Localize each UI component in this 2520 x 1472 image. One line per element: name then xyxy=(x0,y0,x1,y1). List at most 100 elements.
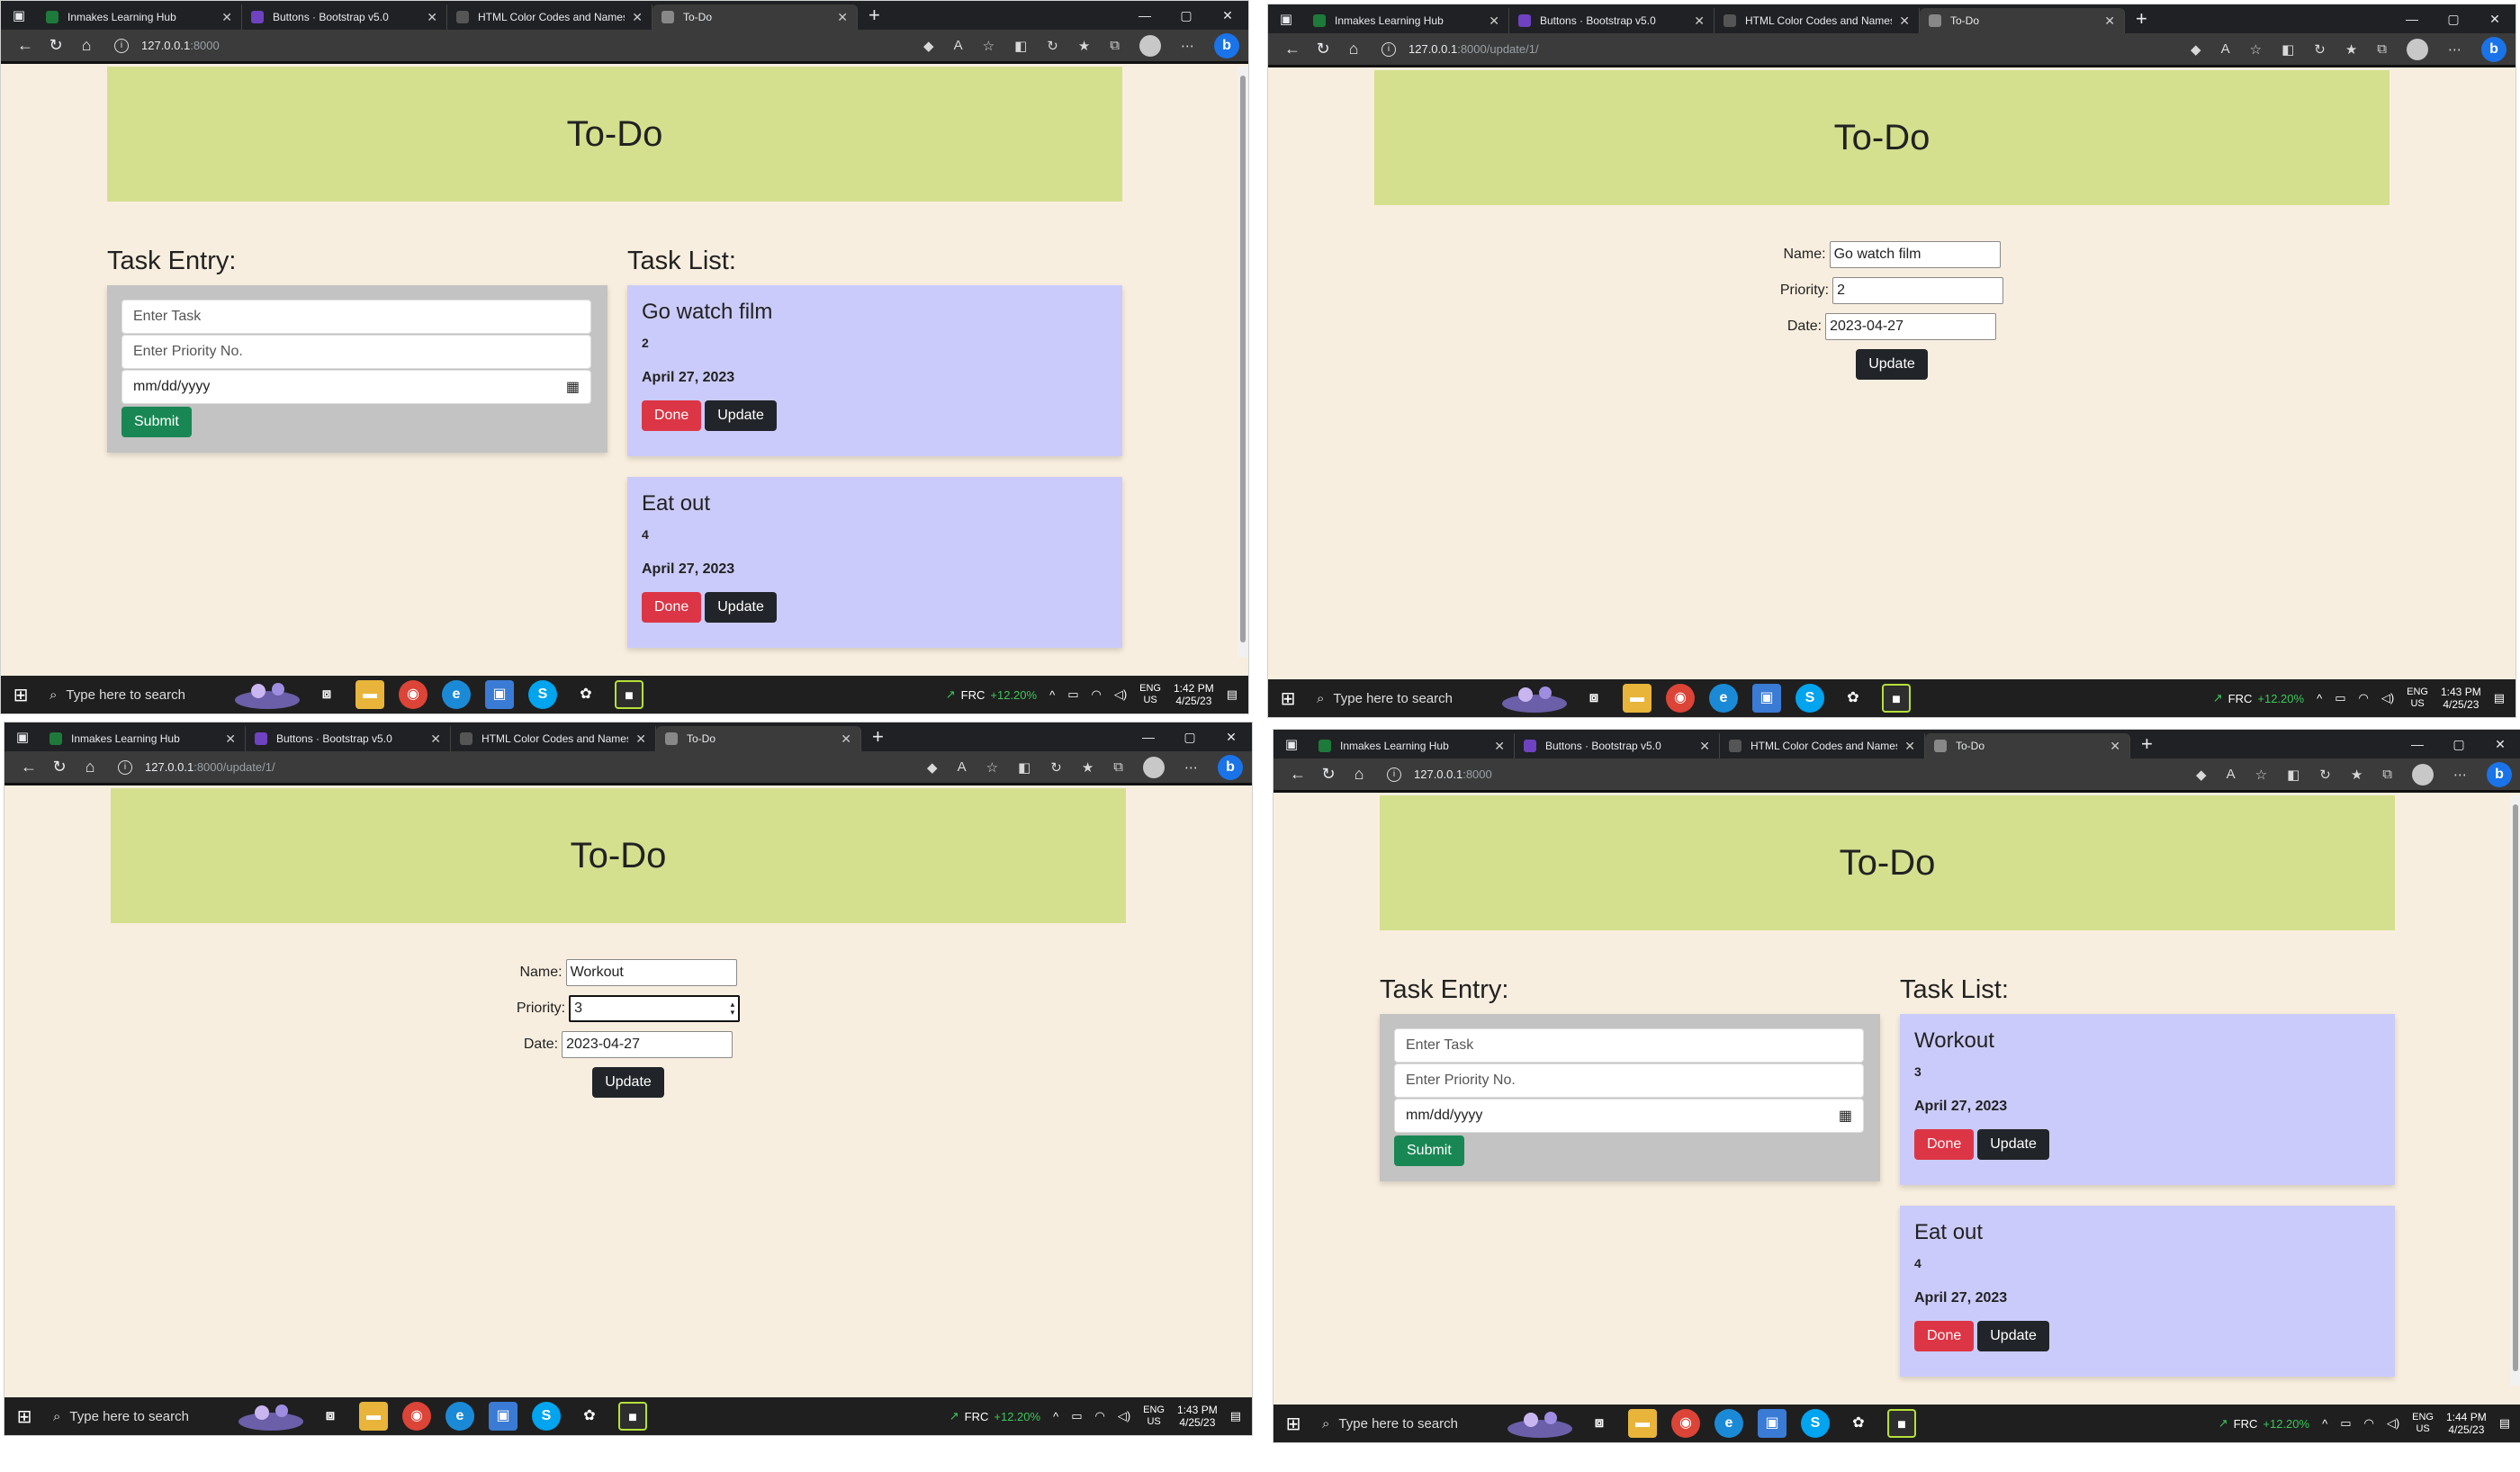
tab-bootstrap[interactable]: Buttons · Bootstrap v5.0 ✕ xyxy=(242,4,447,30)
new-tab-button[interactable]: + xyxy=(2136,7,2147,31)
clock[interactable]: 1:42 PM 4/25/23 xyxy=(1174,682,1214,707)
language-indicator[interactable]: ENG US xyxy=(1139,683,1161,706)
profile-avatar[interactable] xyxy=(1143,756,1165,778)
notification-icon[interactable]: ▤ xyxy=(1230,1409,1241,1423)
tab-inmakes[interactable]: Inmakes Learning Hub ✕ xyxy=(40,726,246,751)
pycharm-icon[interactable]: ■ xyxy=(1887,1409,1916,1438)
skype-icon[interactable]: S xyxy=(528,680,557,709)
stock-widget[interactable]: ↗ FRC +12.20% xyxy=(2213,691,2304,705)
info-icon[interactable]: i xyxy=(118,759,132,775)
tab-close-icon[interactable]: ✕ xyxy=(225,732,236,747)
update-submit-button[interactable]: Update xyxy=(1856,349,1928,380)
scrollbar[interactable] xyxy=(2510,795,2520,1386)
wifi-icon[interactable]: ◠ xyxy=(1091,687,1101,702)
home-button[interactable]: ⌂ xyxy=(1338,40,1369,58)
wifi-icon[interactable]: ◠ xyxy=(2358,691,2368,705)
scrollbar-thumb[interactable] xyxy=(2513,804,2518,1371)
reload-button[interactable]: ↻ xyxy=(1308,40,1338,58)
more-menu-icon[interactable]: ⋯ xyxy=(1184,759,1198,776)
file-explorer-icon[interactable]: ▬ xyxy=(359,1402,388,1431)
update-button[interactable]: Update xyxy=(1977,1321,2049,1351)
task-input[interactable]: Enter Task xyxy=(1394,1028,1864,1063)
file-explorer-icon[interactable]: ▬ xyxy=(356,680,384,709)
battery-icon[interactable]: ▭ xyxy=(1071,1409,1082,1423)
tab-close-icon[interactable]: ✕ xyxy=(635,732,646,747)
tab-close-icon[interactable]: ✕ xyxy=(1899,13,1910,29)
done-button[interactable]: Done xyxy=(642,592,702,623)
bing-icon[interactable]: b xyxy=(2481,36,2506,62)
stock-widget[interactable]: ↗ FRC +12.20% xyxy=(950,1409,1040,1423)
collections-icon[interactable]: ⧉ xyxy=(2377,41,2387,57)
back-button[interactable]: ← xyxy=(1277,40,1308,58)
skype-icon[interactable]: S xyxy=(532,1402,561,1431)
store-icon[interactable]: ▣ xyxy=(1758,1409,1786,1438)
extension-icon[interactable]: ◧ xyxy=(1014,38,1027,54)
submit-button[interactable]: Submit xyxy=(1394,1135,1464,1166)
taskbar-search[interactable]: ⌕ Type here to search xyxy=(1308,679,1495,717)
done-button[interactable]: Done xyxy=(1914,1321,1975,1351)
refresh-icon[interactable]: ↻ xyxy=(2319,767,2331,783)
task-view-icon[interactable]: ⧈ xyxy=(316,1402,345,1431)
tag-icon[interactable]: ◆ xyxy=(923,38,934,54)
favorites-icon[interactable]: ★ xyxy=(2351,767,2362,783)
extension-icon[interactable]: ◧ xyxy=(2282,41,2294,58)
home-button[interactable]: ⌂ xyxy=(71,36,102,55)
minimize-button[interactable]: — xyxy=(1128,730,1169,745)
tab-bootstrap[interactable]: Buttons · Bootstrap v5.0 ✕ xyxy=(1515,733,1720,758)
url-field[interactable]: i 127.0.0.1:8000 xyxy=(114,38,220,53)
workspaces-icon[interactable]: ▣ xyxy=(1274,730,1310,758)
tray-chevron-icon[interactable]: ^ xyxy=(1049,688,1055,702)
tab-inmakes[interactable]: Inmakes Learning Hub ✕ xyxy=(1304,8,1509,33)
tray-chevron-icon[interactable]: ^ xyxy=(1053,1410,1058,1423)
priority-input[interactable]: Enter Priority No. xyxy=(1394,1064,1864,1098)
priority-field[interactable]: 3 ▴ ▾ xyxy=(569,995,741,1022)
wifi-icon[interactable]: ◠ xyxy=(2363,1416,2373,1431)
close-window-button[interactable]: ✕ xyxy=(1210,730,1252,745)
tab-inmakes[interactable]: Inmakes Learning Hub ✕ xyxy=(37,4,242,30)
edge-icon[interactable]: e xyxy=(446,1402,474,1431)
edge-icon[interactable]: e xyxy=(1714,1409,1743,1438)
file-explorer-icon[interactable]: ▬ xyxy=(1623,684,1652,713)
notification-icon[interactable]: ▤ xyxy=(2499,1416,2510,1431)
favorites-icon[interactable]: ★ xyxy=(1078,38,1090,54)
restore-button[interactable]: ▢ xyxy=(1169,730,1210,745)
start-button[interactable]: ⊞ xyxy=(1,684,40,706)
profile-avatar[interactable] xyxy=(2412,763,2434,785)
update-button[interactable]: Update xyxy=(1977,1129,2049,1160)
store-icon[interactable]: ▣ xyxy=(485,680,514,709)
more-menu-icon[interactable]: ⋯ xyxy=(2448,41,2462,58)
task-input[interactable]: Enter Task xyxy=(122,300,591,334)
favorites-icon[interactable]: ★ xyxy=(1082,759,1094,776)
chrome-icon[interactable]: ◉ xyxy=(399,680,428,709)
read-aloud-icon[interactable]: A xyxy=(954,38,963,53)
bing-icon[interactable]: b xyxy=(1218,754,1243,780)
favorites-icon[interactable]: ★ xyxy=(2345,41,2357,58)
wifi-icon[interactable]: ◠ xyxy=(1094,1409,1104,1423)
name-field[interactable]: Workout xyxy=(565,959,737,986)
clock[interactable]: 1:43 PM 4/25/23 xyxy=(2441,686,2481,711)
notification-icon[interactable]: ▤ xyxy=(2494,691,2505,705)
file-explorer-icon[interactable]: ▬ xyxy=(1628,1409,1657,1438)
close-window-button[interactable]: ✕ xyxy=(1207,8,1248,23)
minimize-button[interactable]: — xyxy=(2397,737,2438,752)
info-icon[interactable]: i xyxy=(114,38,129,53)
read-aloud-icon[interactable]: A xyxy=(958,759,967,775)
tag-icon[interactable]: ◆ xyxy=(2191,41,2201,58)
done-button[interactable]: Done xyxy=(642,400,702,431)
close-window-button[interactable]: ✕ xyxy=(2480,737,2520,752)
volume-icon[interactable]: ◁) xyxy=(1114,687,1127,702)
priority-field[interactable]: 2 xyxy=(1832,277,2004,304)
notification-icon[interactable]: ▤ xyxy=(1227,687,1238,702)
tab-todo[interactable]: To-Do ✕ xyxy=(1920,8,2125,33)
favorite-star-icon[interactable]: ☆ xyxy=(2255,767,2267,783)
volume-icon[interactable]: ◁) xyxy=(2381,691,2394,705)
volume-icon[interactable]: ◁) xyxy=(1118,1409,1130,1423)
tab-todo[interactable]: To-Do ✕ xyxy=(1925,733,2130,758)
more-menu-icon[interactable]: ⋯ xyxy=(1181,38,1194,54)
update-button[interactable]: Update xyxy=(705,592,777,623)
update-submit-button[interactable]: Update xyxy=(592,1067,664,1098)
language-indicator[interactable]: ENG US xyxy=(2407,687,2428,710)
collections-icon[interactable]: ⧉ xyxy=(2382,767,2392,782)
submit-button[interactable]: Submit xyxy=(122,407,192,437)
tab-close-icon[interactable]: ✕ xyxy=(430,732,441,747)
